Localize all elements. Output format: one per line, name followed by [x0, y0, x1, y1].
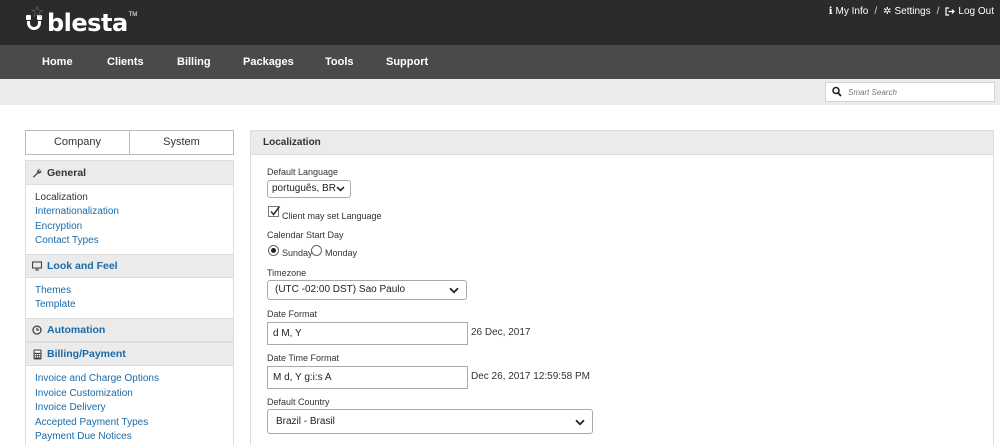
section-general[interactable]: General [26, 161, 233, 185]
radio-monday[interactable] [311, 245, 322, 256]
date-format-input[interactable]: d M, Y [267, 322, 468, 345]
nav-support[interactable]: Support [386, 45, 428, 79]
monitor-icon [32, 261, 42, 271]
account-links: ℹ My Info / ✲ Settings / Log Out [829, 6, 994, 17]
tab-company[interactable]: Company [26, 131, 129, 154]
search-input[interactable] [848, 85, 992, 99]
nav-home[interactable]: Home [42, 45, 73, 79]
logout-label: Log Out [958, 6, 994, 17]
sidebar-item-invoice-charge-options[interactable]: Invoice and Charge Options [35, 372, 159, 385]
sidebar-item-invoice-delivery[interactable]: Invoice Delivery [35, 401, 106, 414]
default-language-label: Default Language [267, 167, 339, 177]
date-time-format-label: Date Time Format [267, 353, 340, 363]
timezone-value: (UTC -02:00 DST) Sao Paulo [275, 284, 406, 295]
info-icon: ℹ [828, 6, 833, 17]
date-format-preview: 26 Dec, 2017 [471, 327, 531, 338]
wrench-icon [32, 168, 42, 178]
nav-clients[interactable]: Clients [107, 45, 144, 79]
default-country-value: Brazil - Brasil [276, 416, 335, 427]
tab-system[interactable]: System [129, 131, 233, 154]
sidebar-item-invoice-customization[interactable]: Invoice Customization [35, 387, 133, 400]
nav-billing[interactable]: Billing [177, 45, 211, 79]
link-separator: / [874, 6, 878, 17]
logout-icon [945, 7, 956, 16]
section-look-and-feel-title: Look and Feel [47, 260, 118, 272]
timezone-select[interactable]: (UTC -02:00 DST) Sao Paulo [267, 280, 467, 300]
date-time-format-preview: Dec 26, 2017 12:59:58 PM [471, 371, 590, 382]
settings-sidebar: General Localization Internationalizatio… [25, 160, 234, 445]
date-time-format-input[interactable]: M d, Y g:i:s A [267, 366, 468, 389]
section-billing-payment[interactable]: Billing/Payment [26, 342, 233, 366]
link-separator: / [936, 6, 940, 17]
checkmark-icon [270, 206, 281, 216]
radio-monday-label: Monday [325, 248, 358, 258]
logout-link[interactable]: Log Out [945, 6, 994, 17]
top-header: blesta TM ℹ My Info / ✲ Settings / Log O… [0, 0, 1000, 45]
default-country-label: Default Country [267, 397, 330, 407]
client-set-language-checkbox[interactable] [268, 206, 281, 217]
section-automation-title: Automation [47, 324, 106, 336]
nav-tools[interactable]: Tools [325, 45, 354, 79]
clock-icon [32, 325, 42, 335]
sidebar-item-template[interactable]: Template [35, 298, 76, 311]
sidebar-item-encryption[interactable]: Encryption [35, 220, 82, 233]
settings-link[interactable]: ✲ Settings [883, 6, 931, 17]
default-language-select[interactable]: português, BR [267, 180, 351, 198]
my-info-label: My Info [835, 6, 869, 17]
search-icon [832, 86, 842, 97]
sidebar-item-themes[interactable]: Themes [35, 284, 71, 297]
settings-tabs: Company System [25, 130, 234, 155]
radio-sunday[interactable] [268, 245, 279, 256]
default-language-value: português, BR [272, 183, 336, 194]
logo-trademark: TM [128, 12, 138, 18]
section-automation[interactable]: Automation [26, 318, 233, 342]
calculator-icon [32, 349, 42, 360]
client-set-language-label: Client may set Language [282, 211, 382, 221]
nav-packages[interactable]: Packages [243, 45, 294, 79]
my-info-link[interactable]: ℹ My Info [829, 6, 869, 17]
gear-icon: ✲ [883, 6, 892, 17]
chevron-down-icon [336, 186, 345, 192]
calendar-start-day-label: Calendar Start Day [267, 230, 344, 240]
section-billing-payment-title: Billing/Payment [47, 348, 126, 360]
section-look-and-feel[interactable]: Look and Feel [26, 254, 233, 278]
star-icon[interactable]: ☆ [30, 3, 44, 23]
sidebar-item-accepted-payment-types[interactable]: Accepted Payment Types [35, 416, 148, 429]
radio-sunday-label: Sunday [282, 248, 313, 258]
sidebar-item-localization[interactable]: Localization [35, 191, 88, 204]
settings-label: Settings [894, 6, 931, 17]
sidebar-item-payment-due-notices[interactable]: Payment Due Notices [35, 430, 132, 443]
timezone-label: Timezone [267, 268, 307, 278]
default-country-select[interactable]: Brazil - Brasil [267, 409, 593, 434]
smart-search [825, 82, 995, 102]
date-format-label: Date Format [267, 309, 318, 319]
sidebar-item-contact-types[interactable]: Contact Types [35, 234, 99, 247]
section-general-title: General [47, 166, 87, 179]
chevron-down-icon [449, 287, 459, 294]
logo-text: blesta [47, 9, 128, 37]
panel-title: Localization [251, 131, 993, 155]
sidebar-item-internationalization[interactable]: Internationalization [35, 205, 119, 218]
chevron-down-icon [575, 419, 585, 426]
main-nav: Home Clients Billing Packages Tools Supp… [0, 45, 1000, 79]
